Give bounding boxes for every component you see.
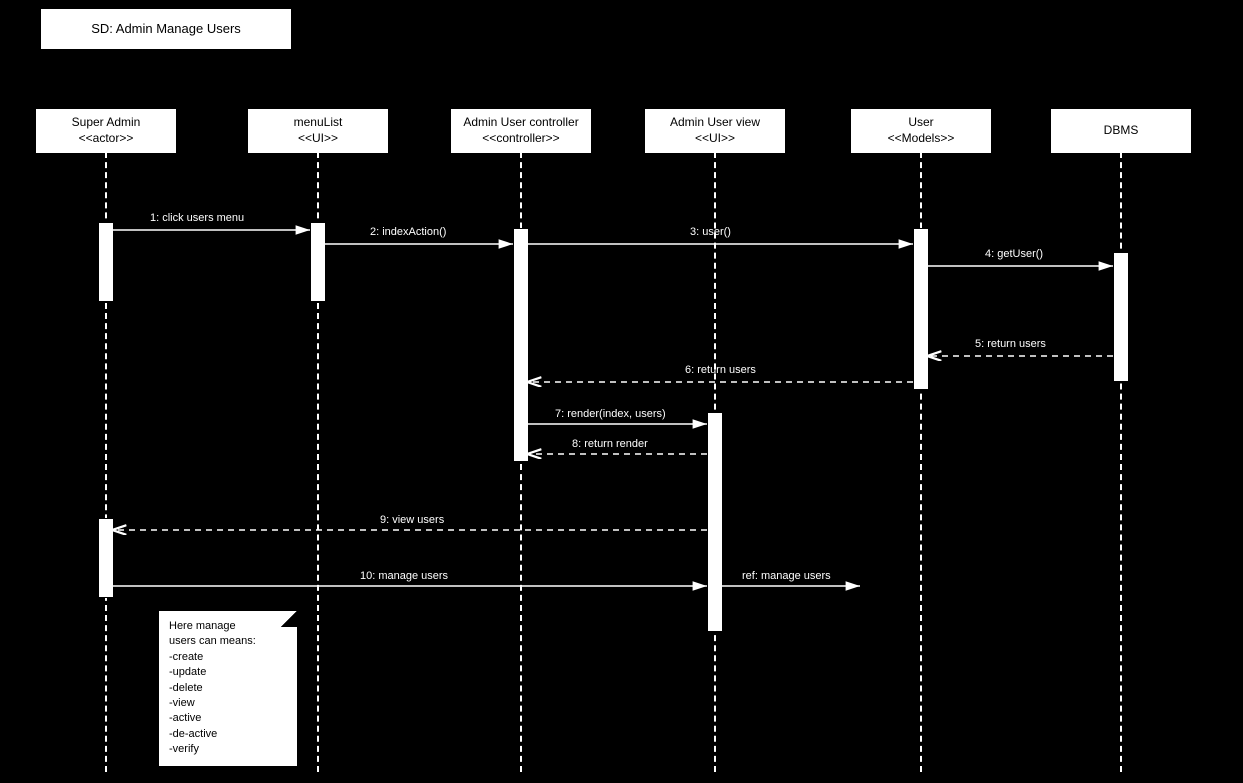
msg-3: 3: user() [690,226,731,238]
msg-7: 7: render(index, users) [555,408,666,420]
msg-5: 5: return users [975,338,1046,350]
msg-6: 6: return users [685,364,756,376]
lifeline-head-0: Super Admin<<actor>> [35,108,177,154]
note-line: -view [169,696,287,711]
note-fold-icon [281,611,297,627]
lifeline-head-1: menuList<<UI>> [247,108,389,154]
sequence-diagram: SD: Admin Manage Users Super Admin<<acto… [0,0,1243,783]
lifeline-stereotype: <<Models>> [888,131,955,147]
note-line: -verify [169,742,287,757]
msg-2: 2: indexAction() [370,226,446,238]
note-line: -delete [169,681,287,696]
lifeline-stereotype: <<UI>> [298,131,338,147]
lifeline-name: User [908,115,933,131]
lifeline-stereotype: <<controller>> [482,131,559,147]
lifeline-name: Admin User controller [463,115,578,131]
note-line: Here manage [169,619,287,634]
note-line: -active [169,711,287,726]
lifeline-head-5: DBMS [1050,108,1192,154]
lifeline-head-3: Admin User view<<UI>> [644,108,786,154]
activation-controller [513,228,529,462]
activation-menulist [310,222,326,302]
diagram-title: SD: Admin Manage Users [91,21,241,38]
activation-user-model [913,228,929,390]
activation-super-admin-1 [98,222,114,302]
activation-view [707,412,723,632]
msg-1: 1: click users menu [150,212,244,224]
lifeline-dash-5 [1120,152,1122,772]
activation-dbms [1113,252,1129,382]
lifeline-stereotype: <<UI>> [695,131,735,147]
note-line: -de-active [169,727,287,742]
lifeline-head-4: User<<Models>> [850,108,992,154]
lifeline-name: DBMS [1104,123,1139,139]
msg-8: 8: return render [572,438,648,450]
msg-ref: ref: manage users [742,570,831,582]
diagram-title-box: SD: Admin Manage Users [40,8,292,50]
note-line: -update [169,665,287,680]
lifeline-head-2: Admin User controller<<controller>> [450,108,592,154]
lifeline-name: menuList [294,115,343,131]
note-line: -create [169,650,287,665]
activation-super-admin-2 [98,518,114,598]
lifeline-stereotype: <<actor>> [79,131,134,147]
note-manage-users: Here manage users can means: -create -up… [158,610,298,767]
msg-10: 10: manage users [360,570,448,582]
lifeline-name: Super Admin [72,115,141,131]
msg-4: 4: getUser() [985,248,1043,260]
lifeline-name: Admin User view [670,115,760,131]
note-line: users can means: [169,634,287,649]
msg-9: 9: view users [380,514,444,526]
